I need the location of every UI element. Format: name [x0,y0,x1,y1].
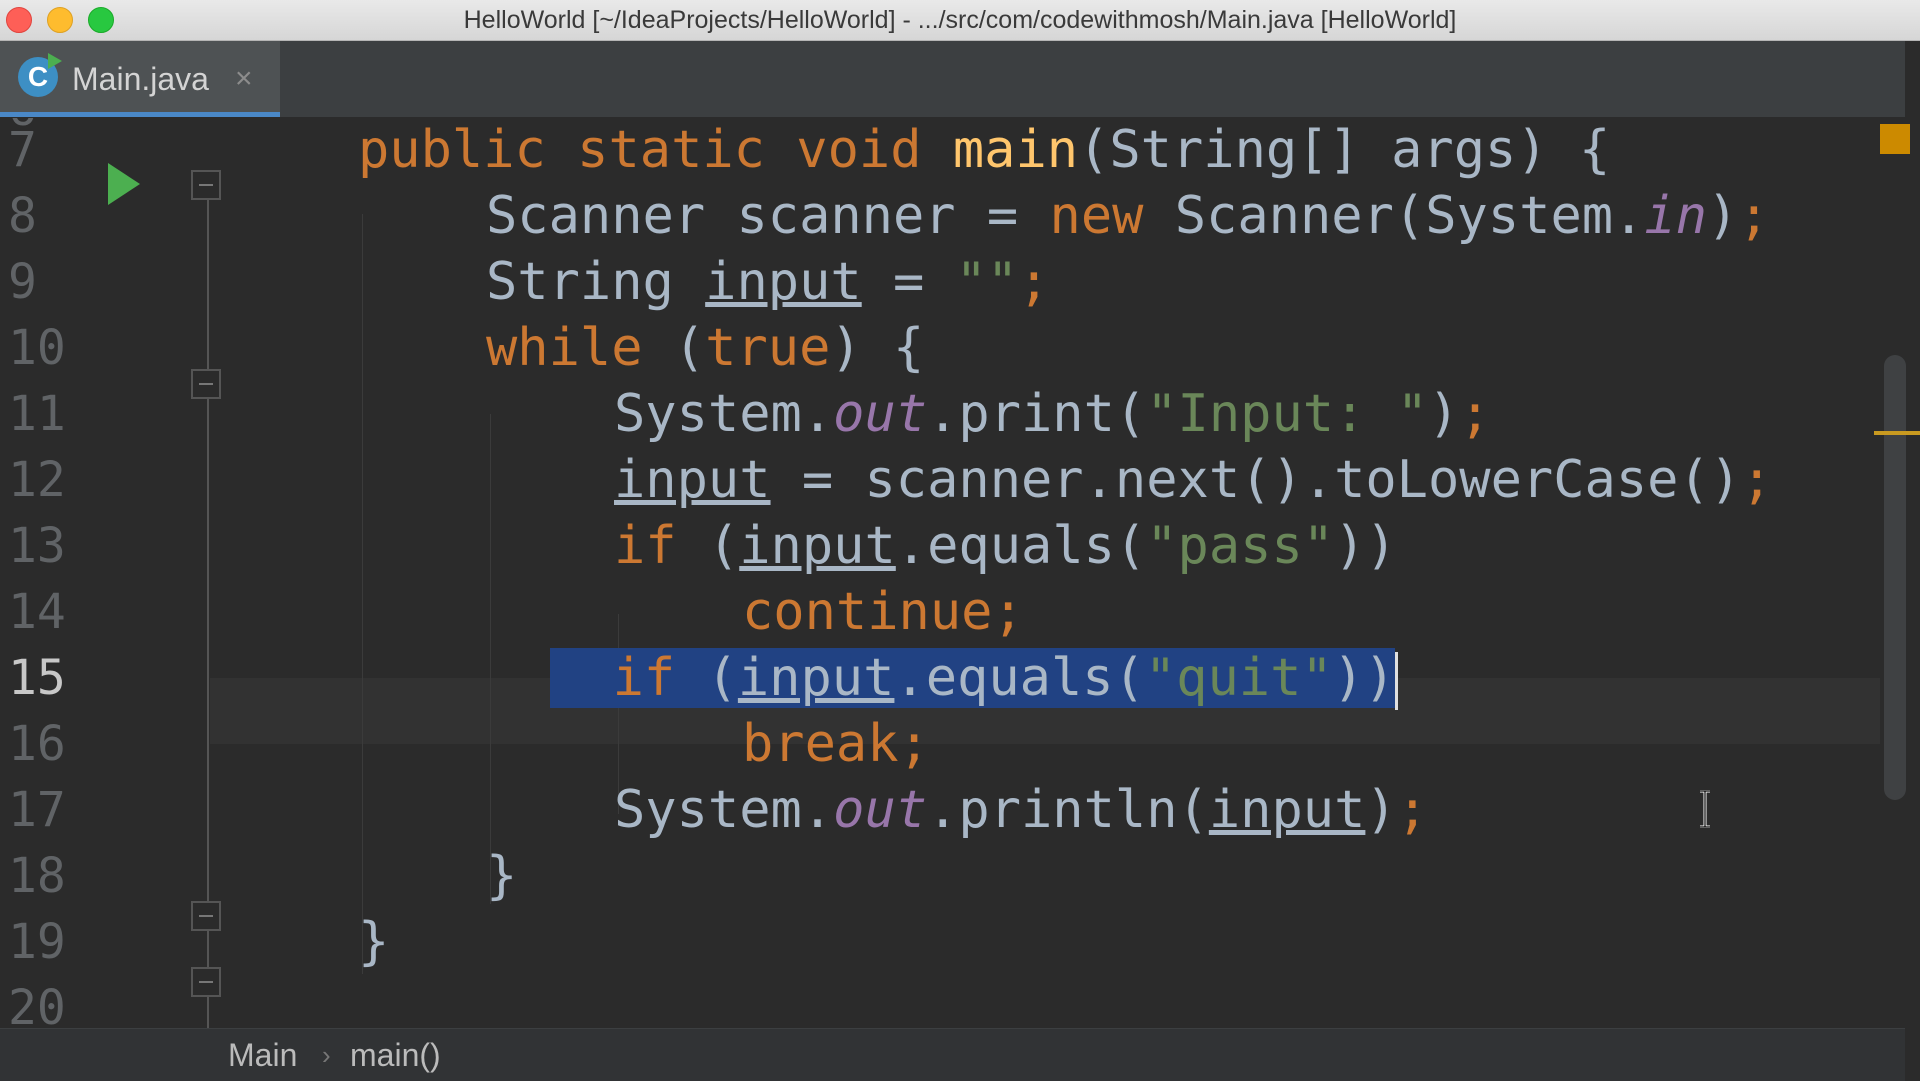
line-number: 12 [8,452,66,508]
line-number: 18 [8,848,66,904]
code-line-18: } [486,846,518,906]
line-number: 7 [8,122,37,178]
code-editor[interactable]: 6 7 8 9 10 11 12 13 14 15 16 17 18 19 20… [0,118,1905,1028]
fold-icon[interactable] [191,369,221,399]
code-line-14: continue; [742,582,1024,642]
fold-icon[interactable] [191,901,221,931]
java-class-icon: C [18,53,62,97]
code-line-10: while (true) { [486,318,925,378]
ibeam-cursor-icon [1700,790,1710,828]
line-number: 20 [8,980,66,1028]
code-line-13: if (input.equals("pass")) [614,516,1397,576]
line-number: 13 [8,518,66,574]
code-line-9: String input = ""; [486,252,1050,312]
breadcrumb-item-method[interactable]: main() [350,1029,441,1081]
selection: if (input.equals("quit")) [550,648,1396,708]
breadcrumb: Main › main() [0,1028,1905,1081]
warning-marker[interactable] [1874,431,1920,435]
breadcrumb-item-class[interactable]: Main [228,1029,297,1081]
code-line-19: } [358,912,390,972]
indent-guide [362,214,363,974]
code-line-11: System.out.print("Input: "); [614,384,1491,444]
vertical-scrollbar[interactable] [1884,355,1906,800]
indent-guide [490,414,491,904]
close-tab-icon[interactable]: × [235,41,253,117]
line-number-current: 15 [8,650,66,706]
code-line-15-selected[interactable]: if (input.equals("quit")) [550,645,1399,711]
text-caret [1395,652,1399,710]
code-line-8: Scanner scanner = new Scanner(System.in)… [486,186,1770,246]
editor-tab-bar: C Main.java × [0,41,1905,118]
fold-icon[interactable] [191,170,221,200]
line-number: 17 [8,782,66,838]
code-line-12: input = scanner.next().toLowerCase(); [614,450,1773,510]
warning-status-icon[interactable] [1880,124,1910,154]
fold-icon[interactable] [191,967,221,997]
line-number: 11 [8,386,66,442]
line-number: 16 [8,716,66,772]
tab-label: Main.java [72,61,209,97]
line-number: 14 [8,584,66,640]
code-line-17: System.out.println(input); [614,780,1429,840]
window-title: HelloWorld [~/IdeaProjects/HelloWorld] -… [463,6,1457,34]
line-number: 19 [8,914,66,970]
tab-main-java[interactable]: C Main.java × [0,41,280,117]
line-number: 10 [8,320,66,376]
run-icon[interactable] [108,163,140,205]
breadcrumb-separator: › [322,1040,331,1070]
line-number: 9 [8,254,37,310]
line-number: 8 [8,188,37,244]
code-line-7: public static void main(String[] args) { [358,120,1611,180]
title-bar: HelloWorld [~/IdeaProjects/HelloWorld] -… [0,0,1920,41]
code-line-16: break; [742,714,930,774]
